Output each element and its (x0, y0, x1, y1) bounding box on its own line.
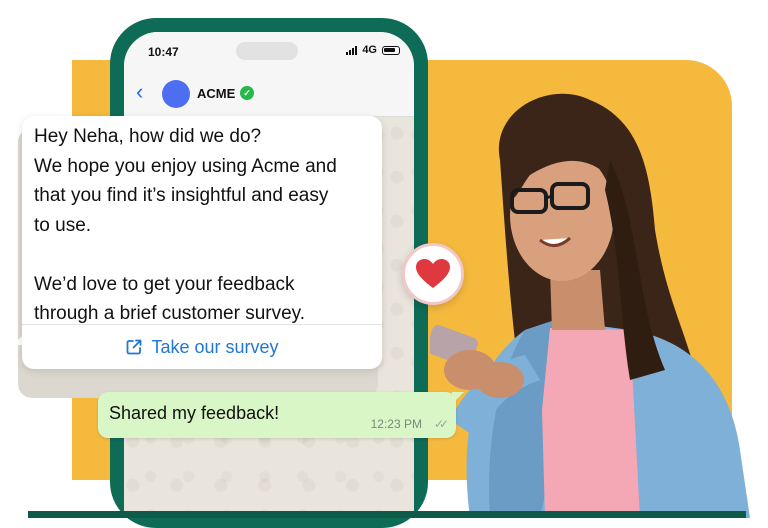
outgoing-message-text: Shared my feedback! (109, 403, 280, 423)
take-survey-button[interactable]: Take our survey (22, 325, 382, 369)
back-chevron-icon[interactable]: ‹ (136, 80, 143, 104)
outgoing-bubble-tail (452, 392, 464, 404)
network-label: 4G (362, 44, 377, 56)
double-check-icon: ✓✓ (433, 417, 449, 431)
battery-icon (382, 45, 400, 55)
status-indicators: 4G (346, 44, 400, 56)
incoming-message-text: Hey Neha, how did we do? We hope you enj… (34, 126, 337, 324)
chat-header: ‹ ACME ✓ (124, 72, 414, 117)
contact-avatar[interactable] (162, 80, 190, 108)
verified-check-icon: ✓ (240, 86, 254, 100)
base-bar (28, 511, 746, 518)
heart-icon (416, 259, 450, 288)
status-bar: 10:47 4G (124, 32, 414, 72)
external-link-icon (125, 338, 143, 356)
heart-reaction[interactable] (402, 243, 464, 305)
incoming-message-bubble: Hey Neha, how did we do? We hope you enj… (22, 116, 382, 369)
outgoing-message-bubble: Shared my feedback! 12:23 PM ✓✓ (98, 392, 456, 438)
woman-with-phone-illustration (430, 93, 750, 518)
message-timestamp: 12:23 PM (370, 417, 422, 431)
signal-icon (346, 45, 358, 55)
take-survey-label: Take our survey (151, 336, 279, 357)
dynamic-island (236, 42, 298, 60)
contact-name[interactable]: ACME (197, 86, 235, 101)
status-time: 10:47 (148, 45, 179, 59)
